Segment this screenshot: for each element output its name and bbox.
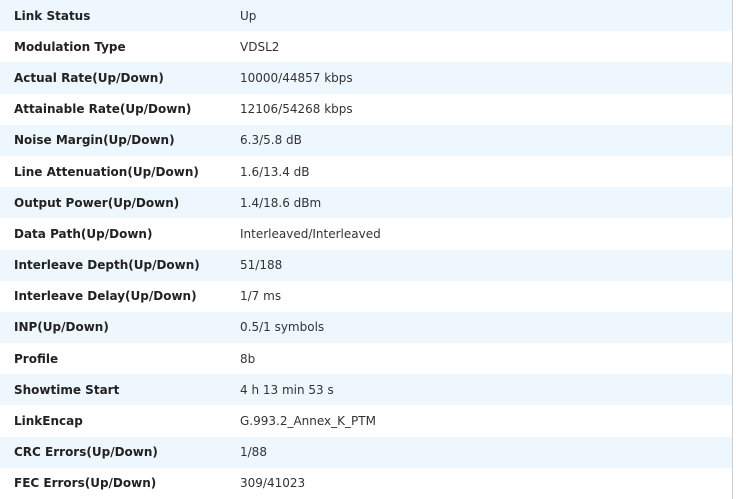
- row-label: LinkEncap: [14, 414, 83, 429]
- row-label: Output Power(Up/Down): [14, 195, 180, 210]
- table-row: Line Attenuation(Up/Down) 1.6/13.4 dB: [0, 156, 732, 187]
- table-row: Showtime Start 4 h 13 min 53 s: [0, 374, 732, 406]
- row-label: Actual Rate(Up/Down): [14, 70, 164, 85]
- row-label: Data Path(Up/Down): [14, 226, 153, 241]
- row-value: 12106/54268 kbps: [240, 102, 353, 117]
- table-row: Attainable Rate(Up/Down) 12106/54268 kbps: [0, 94, 732, 125]
- row-value: 1/7 ms: [240, 289, 282, 304]
- row-label: INP(Up/Down): [14, 320, 109, 335]
- table-row: Data Path(Up/Down) Interleaved/Interleave…: [0, 218, 732, 249]
- row-label: Noise Margin(Up/Down): [14, 133, 175, 148]
- row-value: G.993.2_Annex_K_PTM: [240, 414, 376, 429]
- row-label: Profile: [14, 351, 59, 366]
- table-row: Modulation Type VDSL2: [0, 31, 732, 62]
- table-row: FEC Errors(Up/Down) 309/41023: [0, 468, 732, 499]
- table-row: Interleave Delay(Up/Down) 1/7 ms: [0, 281, 732, 312]
- table-row: LinkEncap G.993.2_Annex_K_PTM: [0, 405, 732, 436]
- row-value: Interleaved/Interleaved: [240, 226, 381, 241]
- row-value: 309/41023: [240, 476, 306, 491]
- table-row: Output Power(Up/Down) 1.4/18.6 dBm: [0, 187, 732, 219]
- row-label: CRC Errors(Up/Down): [14, 445, 158, 460]
- row-label: Interleave Depth(Up/Down): [14, 258, 200, 273]
- row-value: VDSL2: [240, 39, 280, 54]
- row-label: Attainable Rate(Up/Down): [14, 102, 192, 117]
- row-value: 6.3/5.8 dB: [240, 133, 302, 148]
- row-label: Interleave Delay(Up/Down): [14, 289, 197, 304]
- row-value: 1/88: [240, 445, 267, 460]
- row-value: 0.5/1 symbols: [240, 320, 325, 335]
- table-row: Actual Rate(Up/Down) 10000/44857 kbps: [0, 62, 732, 94]
- row-label: Link Status: [14, 8, 91, 23]
- table-row: Interleave Depth(Up/Down) 51/188: [0, 249, 732, 281]
- table-row: Noise Margin(Up/Down) 6.3/5.8 dB: [0, 124, 732, 156]
- dsl-status-table: Link Status Up Modulation Type VDSL2 Actual …: [0, 0, 733, 499]
- row-value: 4 h 13 min 53 s: [240, 382, 334, 397]
- row-value: 1.4/18.6 dBm: [240, 195, 322, 210]
- row-value: 1.6/13.4 dB: [240, 164, 310, 179]
- row-value: 8b: [240, 351, 256, 366]
- row-label: Modulation Type: [14, 39, 126, 54]
- row-value: 10000/44857 kbps: [240, 70, 353, 85]
- table-row: Profile 8b: [0, 343, 732, 374]
- row-label: FEC Errors(Up/Down): [14, 476, 157, 491]
- row-label: Showtime Start: [14, 382, 120, 397]
- row-value: 51/188: [240, 258, 283, 273]
- table-row: CRC Errors(Up/Down) 1/88: [0, 436, 732, 468]
- table-row: Link Status Up: [0, 0, 732, 32]
- row-label: Line Attenuation(Up/Down): [14, 164, 199, 179]
- row-value: Up: [240, 8, 257, 23]
- table-row: INP(Up/Down) 0.5/1 symbols: [0, 311, 732, 344]
